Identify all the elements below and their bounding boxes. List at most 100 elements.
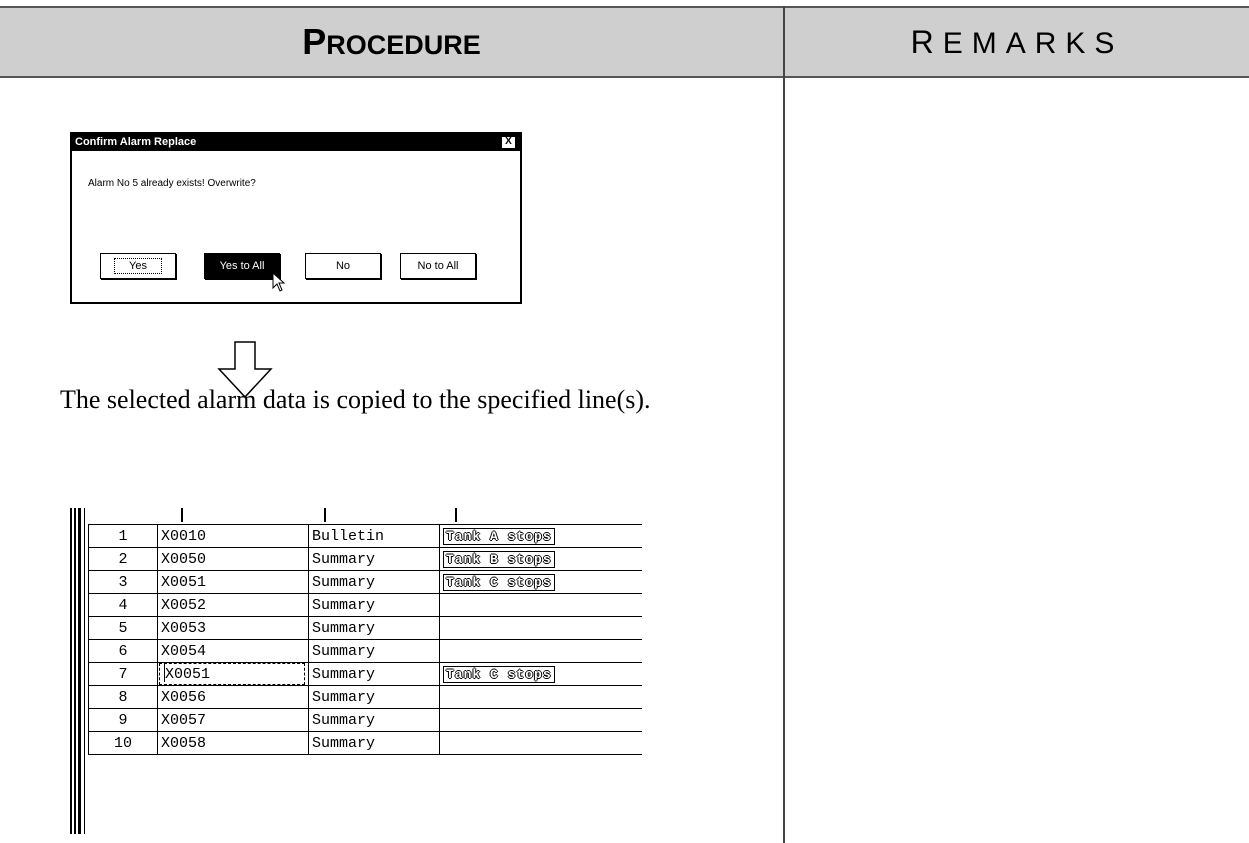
row-number-text: 3: [118, 573, 128, 591]
message-text: Tank A stops: [443, 527, 555, 545]
type-cell[interactable]: Summary: [308, 662, 440, 686]
row-number[interactable]: 9: [88, 708, 158, 732]
dialog-message: Alarm No 5 already exists! Overwrite?: [88, 178, 256, 189]
header-separator: [181, 508, 183, 522]
selected-cell[interactable]: X0051: [159, 662, 305, 685]
no-to-all-label: No to All: [417, 260, 459, 272]
row-number[interactable]: 3: [88, 570, 158, 594]
row-number[interactable]: 10: [88, 731, 158, 755]
address-cell[interactable]: X0056: [157, 685, 309, 709]
address-text: X0050: [161, 550, 207, 568]
table-left-border: [70, 508, 88, 834]
dialog-title-bar: Confirm Alarm Replace X: [72, 134, 520, 151]
yes-button[interactable]: Yes: [100, 253, 176, 279]
remarks-heading: REMARKS: [785, 8, 1249, 76]
type-cell[interactable]: Summary: [308, 685, 440, 709]
message-cell[interactable]: [439, 616, 642, 640]
message-cell[interactable]: Tank B stops: [439, 547, 642, 571]
address-text: X0056: [161, 688, 207, 706]
address-cell[interactable]: X0053: [157, 616, 309, 640]
type-cell[interactable]: Summary: [308, 593, 440, 617]
type-text: Bulletin: [312, 527, 385, 545]
table-row[interactable]: 5 X0053 Summary: [88, 616, 642, 640]
address-text: X0051: [161, 573, 207, 591]
no-to-all-button[interactable]: No to All: [400, 253, 476, 279]
row-number[interactable]: 5: [88, 616, 158, 640]
address-cell[interactable]: X0058: [157, 731, 309, 755]
remarks-initial: R: [910, 23, 943, 60]
no-button-label: No: [335, 260, 351, 272]
procedure-initial: P: [302, 21, 327, 62]
table-row[interactable]: 9 X0057 Summary: [88, 708, 642, 732]
row-number[interactable]: 4: [88, 593, 158, 617]
row-number-text: 9: [118, 711, 128, 729]
table-row[interactable]: 4 X0052 Summary: [88, 593, 642, 617]
selection-outline: [159, 662, 305, 685]
type-cell[interactable]: Bulletin: [308, 524, 440, 548]
address-cell[interactable]: X0054: [157, 639, 309, 663]
yes-to-all-button[interactable]: Yes to All: [204, 253, 280, 279]
header-separator: [324, 508, 326, 522]
type-cell[interactable]: Summary: [308, 639, 440, 663]
address-text: X0053: [161, 619, 207, 637]
address-text: X0052: [161, 596, 207, 614]
table-row[interactable]: 7 X0051 Summary Tank C stops: [88, 662, 642, 686]
type-text: Summary: [312, 734, 376, 752]
message-cell[interactable]: Tank C stops: [439, 570, 642, 594]
table-row[interactable]: 10 X0058 Summary: [88, 731, 642, 755]
remarks-rest: EMARKS: [942, 26, 1124, 60]
yes-button-label: Yes: [114, 258, 162, 274]
address-cell[interactable]: X0010: [157, 524, 309, 548]
type-text: Summary: [312, 642, 376, 660]
message-cell[interactable]: [439, 708, 642, 732]
text-cursor-icon: [164, 663, 165, 682]
address-cell[interactable]: X0052: [157, 593, 309, 617]
header-band: PROCEDURE REMARKS: [0, 6, 1249, 78]
alarm-table-excerpt: 1 X0010 Bulletin Tank A stops 2 X0050 Summary T…: [70, 508, 662, 834]
type-text: Summary: [312, 596, 376, 614]
address-cell[interactable]: X0050: [157, 547, 309, 571]
procedure-heading: PROCEDURE: [0, 8, 783, 76]
row-number[interactable]: 6: [88, 639, 158, 663]
message-cell[interactable]: [439, 639, 642, 663]
yes-to-all-label: Yes to All: [219, 260, 265, 272]
type-cell[interactable]: Summary: [308, 570, 440, 594]
type-cell[interactable]: Summary: [308, 708, 440, 732]
address-cell[interactable]: X0051: [157, 662, 309, 686]
type-text: Summary: [312, 550, 376, 568]
table-row[interactable]: 2 X0050 Summary Tank B stops: [88, 547, 642, 571]
row-number-text: 6: [118, 642, 128, 660]
message-text: Tank C stops: [443, 573, 555, 591]
row-number[interactable]: 7: [88, 662, 158, 686]
message-cell[interactable]: [439, 685, 642, 709]
type-text: Summary: [312, 665, 376, 683]
address-cell[interactable]: X0051: [157, 570, 309, 594]
procedure-rest: ROCEDURE: [326, 30, 481, 60]
close-icon[interactable]: X: [501, 136, 516, 149]
type-cell[interactable]: Summary: [308, 731, 440, 755]
address-text: X0057: [161, 711, 207, 729]
message-cell[interactable]: Tank A stops: [439, 524, 642, 548]
table-row[interactable]: 3 X0051 Summary Tank C stops: [88, 570, 642, 594]
message-cell[interactable]: [439, 593, 642, 617]
row-number[interactable]: 1: [88, 524, 158, 548]
table-row[interactable]: 8 X0056 Summary: [88, 685, 642, 709]
row-number-text: 7: [118, 665, 128, 683]
alarm-grid: 1 X0010 Bulletin Tank A stops 2 X0050 Summary T…: [88, 524, 642, 755]
row-number-text: 8: [118, 688, 128, 706]
type-cell[interactable]: Summary: [308, 616, 440, 640]
confirm-dialog: Confirm Alarm Replace X Alarm No 5 alrea…: [70, 132, 522, 304]
message-cell[interactable]: Tank C stops: [439, 662, 642, 686]
header-separator: [455, 508, 457, 522]
row-number[interactable]: 8: [88, 685, 158, 709]
message-cell[interactable]: [439, 731, 642, 755]
row-number[interactable]: 2: [88, 547, 158, 571]
address-text: X0054: [161, 642, 207, 660]
address-cell[interactable]: X0057: [157, 708, 309, 732]
dialog-title: Confirm Alarm Replace: [75, 136, 197, 148]
no-button[interactable]: No: [305, 253, 381, 279]
message-text: Tank C stops: [443, 665, 555, 683]
table-row[interactable]: 6 X0054 Summary: [88, 639, 642, 663]
table-row[interactable]: 1 X0010 Bulletin Tank A stops: [88, 524, 642, 548]
type-cell[interactable]: Summary: [308, 547, 440, 571]
